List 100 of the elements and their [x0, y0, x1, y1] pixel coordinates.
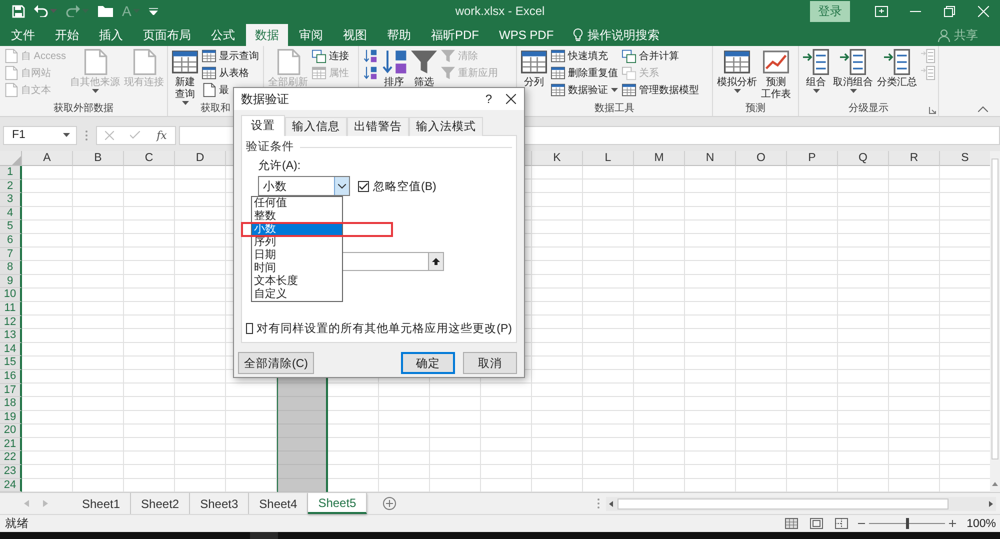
ribbon-tab[interactable]: WPS PDF — [490, 24, 563, 46]
row-header[interactable]: 21 — [0, 438, 22, 452]
ribbon-button[interactable]: 排序 — [380, 48, 408, 90]
row-header[interactable]: 22 — [0, 451, 22, 466]
column-header[interactable]: A — [22, 151, 73, 166]
checkbox[interactable] — [358, 180, 369, 192]
row-header[interactable]: 4 — [0, 206, 22, 220]
column-header[interactable]: D — [175, 151, 226, 166]
splitter-icon[interactable] — [85, 130, 88, 140]
dialog-tab[interactable]: 输入信息 — [285, 117, 347, 136]
ribbon-button[interactable]: 快速填充 — [550, 48, 609, 64]
row-header[interactable]: 15 — [0, 356, 22, 370]
row-header[interactable]: 11 — [0, 302, 22, 316]
ribbon-button[interactable]: 组合 — [802, 48, 830, 94]
icon-button[interactable] — [362, 48, 378, 64]
ribbon-button[interactable]: 取消组合 — [832, 48, 874, 94]
ribbon-tab[interactable]: 帮助 — [378, 24, 420, 46]
add-sheet-icon[interactable] — [383, 497, 396, 510]
normal-view-icon[interactable] — [785, 518, 798, 529]
row-header[interactable]: 14 — [0, 342, 22, 356]
collapse-dialog-button[interactable] — [428, 252, 444, 271]
dropdown-option[interactable]: 任何值 — [252, 197, 342, 210]
row-header[interactable]: 13 — [0, 329, 22, 343]
page-layout-icon[interactable] — [810, 518, 823, 529]
name-box[interactable]: F1 — [3, 126, 77, 144]
login-button[interactable]: 登录 — [810, 0, 850, 22]
column-header[interactable]: R — [889, 151, 940, 166]
ribbon-button[interactable]: 筛选 — [410, 48, 438, 90]
dropdown-option[interactable]: 整数 — [252, 210, 342, 223]
dropdown-option[interactable]: 文本长度 — [252, 275, 342, 288]
ribbon-button[interactable]: 模拟分析 — [716, 48, 758, 94]
insert-function-button[interactable]: fx — [156, 128, 167, 142]
splitter-icon[interactable] — [597, 498, 600, 509]
row-header[interactable]: 24 — [0, 478, 22, 492]
row-header[interactable]: 6 — [0, 234, 22, 248]
ribbon-button[interactable]: 合并计算 — [621, 48, 680, 64]
row-header[interactable]: 7 — [0, 248, 22, 262]
row-header[interactable]: 3 — [0, 193, 22, 207]
row-header[interactable]: 18 — [0, 397, 22, 411]
vertical-scrollbar[interactable] — [990, 151, 1000, 492]
column-header[interactable]: L — [583, 151, 634, 166]
row-header[interactable]: 5 — [0, 220, 22, 234]
row-header[interactable]: 12 — [0, 316, 22, 330]
dropdown-option[interactable]: 日期 — [252, 249, 342, 262]
row-header[interactable]: 19 — [0, 410, 22, 424]
checkbox[interactable] — [246, 323, 253, 334]
column-header[interactable]: O — [736, 151, 787, 166]
horizontal-scrollbar[interactable] — [606, 496, 996, 510]
range-field[interactable] — [342, 252, 428, 271]
ribbon-tab[interactable]: 文件 — [2, 24, 44, 46]
ribbon-tab[interactable]: 开始 — [46, 24, 88, 46]
ribbon-button[interactable]: 显示查询 — [201, 48, 260, 64]
ribbon-button[interactable]: 分列 — [520, 48, 548, 90]
dialog-tab[interactable]: 出错警告 — [347, 117, 409, 136]
row-header[interactable]: 9 — [0, 274, 22, 288]
ribbon-button[interactable]: 预测 工作表 — [760, 48, 792, 102]
ribbon-button[interactable]: 管理数据模型 — [621, 82, 700, 98]
dialog-tab[interactable]: 输入法模式 — [409, 117, 483, 136]
column-header[interactable]: M — [634, 151, 685, 166]
ribbon-button[interactable]: 新建 查询 — [171, 48, 199, 106]
minimize-icon[interactable] — [910, 10, 920, 12]
close-icon[interactable] — [506, 94, 516, 104]
check-icon[interactable] — [130, 131, 140, 139]
ribbon-tab[interactable]: 福昕PDF — [422, 24, 488, 46]
dialog-button[interactable]: 取消 — [463, 352, 517, 374]
restore-icon[interactable] — [944, 6, 954, 16]
checkbox-label[interactable]: 对有同样设置的所有其他单元格应用这些更改(P) — [256, 321, 512, 336]
column-header[interactable]: S — [940, 151, 990, 166]
column-header[interactable]: P — [787, 151, 838, 166]
help-button[interactable]: ? — [485, 92, 492, 106]
row-header[interactable]: 23 — [0, 465, 22, 479]
ribbon-tab[interactable]: 公式 — [202, 24, 244, 46]
row-header[interactable]: 8 — [0, 261, 22, 275]
dropdown-option[interactable]: 自定义 — [252, 288, 342, 301]
column-header[interactable]: C — [124, 151, 175, 166]
column-header[interactable]: B — [73, 151, 124, 166]
sheet-tab[interactable]: Sheet5 — [308, 493, 368, 514]
column-header[interactable]: K — [532, 151, 583, 166]
ribbon-button[interactable]: 最 — [201, 82, 230, 98]
row-header[interactable]: 20 — [0, 424, 22, 438]
ribbon-button[interactable]: 分类汇总 — [876, 48, 918, 90]
checkbox-label[interactable]: 忽略空值(B) — [373, 178, 436, 194]
zoom-slider-thumb[interactable] — [906, 518, 909, 529]
dialog-tab[interactable]: 设置 — [241, 115, 285, 136]
row-header[interactable]: 16 — [0, 370, 22, 384]
row-header[interactable]: 10 — [0, 288, 22, 302]
ribbon-tab[interactable]: 页面布局 — [134, 24, 200, 46]
row-header[interactable]: 1 — [0, 166, 22, 180]
ribbon-button[interactable]: 从表格 — [201, 65, 250, 81]
ribbon-button[interactable]: 数据验证 — [550, 82, 619, 98]
ribbon-button[interactable]: 连接 — [311, 48, 350, 64]
dialog-button[interactable]: 全部清除(C) — [238, 352, 314, 374]
page-break-icon[interactable] — [835, 518, 848, 529]
zoom-level[interactable]: 100% — [962, 518, 1000, 530]
dropdown-option[interactable]: 时间 — [252, 262, 342, 275]
dialog-button[interactable]: 确定 — [401, 352, 455, 374]
zoom-in-icon[interactable] — [949, 520, 956, 527]
ribbon-tab[interactable]: 插入 — [90, 24, 132, 46]
row-header[interactable]: 17 — [0, 384, 22, 398]
ribbon-tab[interactable]: 数据 — [246, 24, 288, 46]
